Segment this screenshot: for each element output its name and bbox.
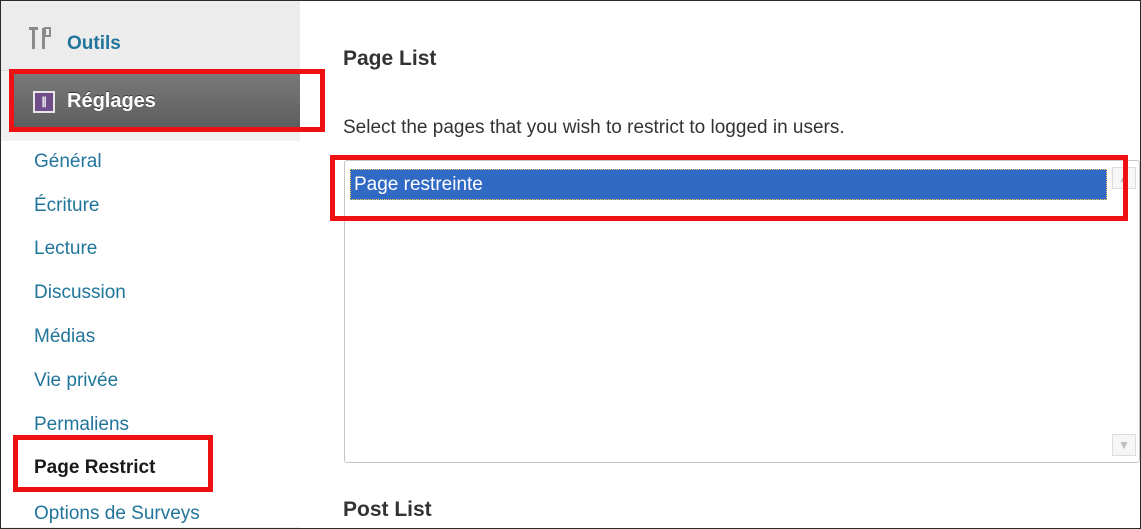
menu-item-outils[interactable]: Outils bbox=[1, 1, 301, 71]
submenu-item-page-restrict[interactable]: Page Restrict bbox=[34, 457, 155, 479]
submenu-item-permaliens[interactable]: Permaliens bbox=[34, 414, 129, 436]
page-list-select[interactable]: Page restreinte ▲ ▼ bbox=[344, 160, 1140, 463]
submenu-item-ecriture[interactable]: Écriture bbox=[34, 195, 99, 217]
admin-sidebar: Outils ∥ Réglages Général Écriture Lectu… bbox=[1, 1, 323, 528]
reglages-submenu: Général Écriture Lecture Discussion Médi… bbox=[1, 141, 301, 527]
page-option-selected[interactable]: Page restreinte bbox=[350, 169, 1107, 200]
scroll-up-arrow-icon[interactable]: ▲ bbox=[1112, 167, 1136, 189]
page-list-heading: Page List bbox=[343, 47, 437, 70]
submenu-item-discussion[interactable]: Discussion bbox=[34, 282, 126, 304]
page-list-description: Select the pages that you wish to restri… bbox=[343, 117, 845, 138]
settings-icon: ∥ bbox=[33, 91, 55, 113]
submenu-item-options-de-surveys[interactable]: Options de Surveys bbox=[34, 503, 200, 525]
submenu-item-vie-privee[interactable]: Vie privée bbox=[34, 370, 118, 392]
post-list-heading: Post List bbox=[343, 498, 432, 521]
menu-item-outils-label: Outils bbox=[67, 33, 121, 54]
submenu-item-general[interactable]: Général bbox=[34, 151, 102, 173]
menu-item-reglages-label: Réglages bbox=[67, 90, 156, 112]
menu-item-reglages[interactable]: ∥ Réglages bbox=[11, 72, 303, 131]
settings-main: Page List Select the pages that you wish… bbox=[300, 1, 1140, 528]
submenu-item-lecture[interactable]: Lecture bbox=[34, 238, 97, 260]
tools-icon bbox=[29, 27, 51, 49]
scroll-down-arrow-icon[interactable]: ▼ bbox=[1112, 434, 1136, 456]
submenu-item-medias[interactable]: Médias bbox=[34, 326, 95, 348]
